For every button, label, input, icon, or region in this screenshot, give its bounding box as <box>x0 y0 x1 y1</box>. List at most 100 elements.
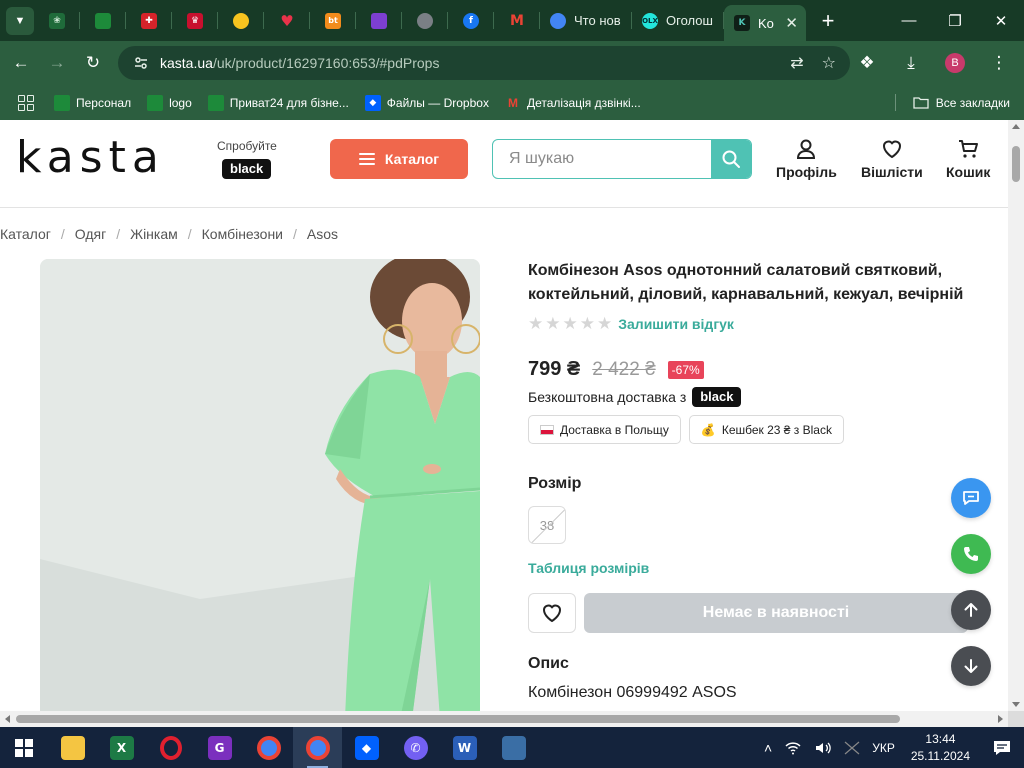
scroll-down-button[interactable] <box>951 646 991 686</box>
star-icon[interactable]: ★ <box>545 314 560 334</box>
size-option[interactable]: 38 <box>528 506 566 544</box>
taskbar-network-app[interactable] <box>489 727 538 768</box>
pinned-tab[interactable] <box>402 0 448 41</box>
chat-button[interactable] <box>951 478 991 518</box>
notifications-button[interactable] <box>980 727 1024 768</box>
address-bar[interactable]: kasta.ua/uk/product/16297160:653/#pdProp… <box>118 46 850 80</box>
scrollbar-thumb[interactable] <box>1012 146 1020 182</box>
translate-icon[interactable]: ⇄ <box>790 53 803 73</box>
star-icon[interactable]: ★ <box>580 314 595 334</box>
profile-link[interactable]: Профіль <box>776 138 837 180</box>
new-tab-button[interactable]: + <box>810 0 846 41</box>
pinned-tab[interactable]: ❀ <box>34 0 80 41</box>
clock[interactable]: 13:44 25.11.2024 <box>901 731 980 765</box>
star-icon[interactable]: ★ <box>597 314 612 334</box>
scroll-up-button[interactable] <box>951 590 991 630</box>
pinned-tab[interactable] <box>356 0 402 41</box>
pinned-tab[interactable]: ♛ <box>172 0 218 41</box>
cashback-chip[interactable]: 💰 Кешбек 23 ₴ з Black <box>688 415 844 444</box>
catalog-button[interactable]: Каталог <box>330 139 468 179</box>
pinned-tab[interactable]: M <box>494 0 540 41</box>
taskbar-dropbox[interactable]: ◆ <box>342 727 391 768</box>
taskbar-pdf-app[interactable]: G <box>195 727 244 768</box>
pinned-tab[interactable] <box>218 0 264 41</box>
forward-button[interactable]: → <box>40 46 74 80</box>
restore-window-button[interactable]: ❐ <box>932 0 978 41</box>
close-window-button[interactable]: ✕ <box>978 0 1024 41</box>
taskbar-opera[interactable] <box>146 727 195 768</box>
taskbar-word[interactable]: W <box>440 727 489 768</box>
breadcrumb-item[interactable]: Одяг <box>75 226 106 242</box>
search-input[interactable] <box>493 140 713 178</box>
scroll-down-arrow-icon[interactable] <box>1012 702 1020 707</box>
tab-search-button[interactable]: ▼ <box>6 6 34 35</box>
bookmark-item[interactable]: logo <box>147 94 192 111</box>
taskbar-chrome-active[interactable] <box>293 727 342 768</box>
breadcrumb-item[interactable]: Жінкам <box>130 226 178 242</box>
wishlist-link[interactable]: Вішлісти <box>861 138 923 180</box>
taskbar-excel[interactable]: X <box>97 727 146 768</box>
input-indicator-icon[interactable] <box>838 741 866 755</box>
delivery-poland-chip[interactable]: Доставка в Польщу <box>528 415 681 444</box>
back-button[interactable]: ← <box>4 46 38 80</box>
pinned-tab[interactable] <box>80 0 126 41</box>
pinned-tab[interactable]: bt <box>310 0 356 41</box>
downloads-button[interactable]: ⤓ <box>894 46 928 80</box>
browser-tab[interactable]: OLX Оголош <box>632 0 724 41</box>
try-black-label[interactable]: Спробуйте <box>217 139 277 153</box>
taskbar-file-explorer[interactable] <box>48 727 97 768</box>
windows-logo-icon <box>15 738 33 757</box>
search-button[interactable] <box>711 140 751 178</box>
start-button[interactable] <box>0 727 48 768</box>
url-text[interactable]: kasta.ua/uk/product/16297160:653/#pdProp… <box>160 55 439 71</box>
cart-link[interactable]: Кошик <box>946 138 990 180</box>
bookmark-item[interactable]: Приват24 для бізне... <box>207 94 349 111</box>
horizontal-scrollbar[interactable] <box>0 711 1008 727</box>
reload-button[interactable]: ↻ <box>76 46 110 80</box>
free-delivery-text: Безкоштовна доставка з <box>528 389 687 405</box>
browser-tab-active[interactable]: K Ko ✕ <box>724 5 806 41</box>
pinned-tab[interactable]: f <box>448 0 494 41</box>
language-indicator[interactable]: УКР <box>866 741 901 755</box>
extensions-button[interactable]: ❖ <box>850 46 884 80</box>
scrollbar-thumb[interactable] <box>16 715 900 723</box>
black-badge[interactable]: black <box>692 387 742 407</box>
profile-button[interactable]: B <box>938 46 972 80</box>
star-icon[interactable]: ★ <box>563 314 578 334</box>
product-image[interactable] <box>40 259 480 711</box>
taskbar-chrome[interactable] <box>244 727 293 768</box>
apps-grid-icon[interactable] <box>18 94 34 111</box>
bookmark-item[interactable]: Персонал <box>54 94 131 111</box>
out-of-stock-button[interactable]: Немає в наявності <box>584 593 968 633</box>
breadcrumb-item[interactable]: Комбінезони <box>202 226 283 242</box>
all-bookmarks-button[interactable]: Все закладки <box>913 85 1010 120</box>
volume-icon[interactable] <box>808 741 838 755</box>
close-tab-icon[interactable]: ✕ <box>785 14 798 32</box>
breadcrumb-item[interactable]: Каталог <box>0 226 51 242</box>
scroll-up-arrow-icon[interactable] <box>1012 124 1020 129</box>
black-badge[interactable]: black <box>222 159 272 179</box>
show-hidden-icons-button[interactable]: ˄ <box>758 740 778 756</box>
site-settings-icon[interactable] <box>126 55 156 71</box>
scroll-left-arrow-icon[interactable] <box>5 715 10 723</box>
kasta-logo[interactable]: kasta <box>16 136 165 180</box>
star-icon[interactable]: ★ <box>528 314 543 334</box>
scroll-right-arrow-icon[interactable] <box>998 715 1003 723</box>
pinned-tab[interactable]: ♥ <box>264 0 310 41</box>
browser-menu-button[interactable]: ⋮ <box>982 46 1016 80</box>
wifi-icon[interactable] <box>778 741 808 755</box>
pinned-tab[interactable]: ✚ <box>126 0 172 41</box>
taskbar-viber[interactable]: ✆ <box>391 727 440 768</box>
leave-review-link[interactable]: Залишити відгук <box>618 316 734 332</box>
bookmark-item[interactable]: M Деталізація дзвінкі... <box>505 95 641 111</box>
size-chart-link[interactable]: Таблиця розмірів <box>528 560 649 576</box>
add-to-wishlist-button[interactable] <box>528 593 576 633</box>
chrome-icon <box>256 735 281 760</box>
star-bookmark-icon[interactable]: ☆ <box>822 53 836 73</box>
minimize-window-button[interactable]: — <box>886 0 932 41</box>
breadcrumb-item[interactable]: Asos <box>307 226 338 242</box>
vertical-scrollbar[interactable] <box>1008 120 1024 711</box>
browser-tab[interactable]: Что нов <box>540 0 632 41</box>
call-button[interactable] <box>951 534 991 574</box>
bookmark-item[interactable]: ◆ Файлы — Dropbox <box>364 94 489 111</box>
